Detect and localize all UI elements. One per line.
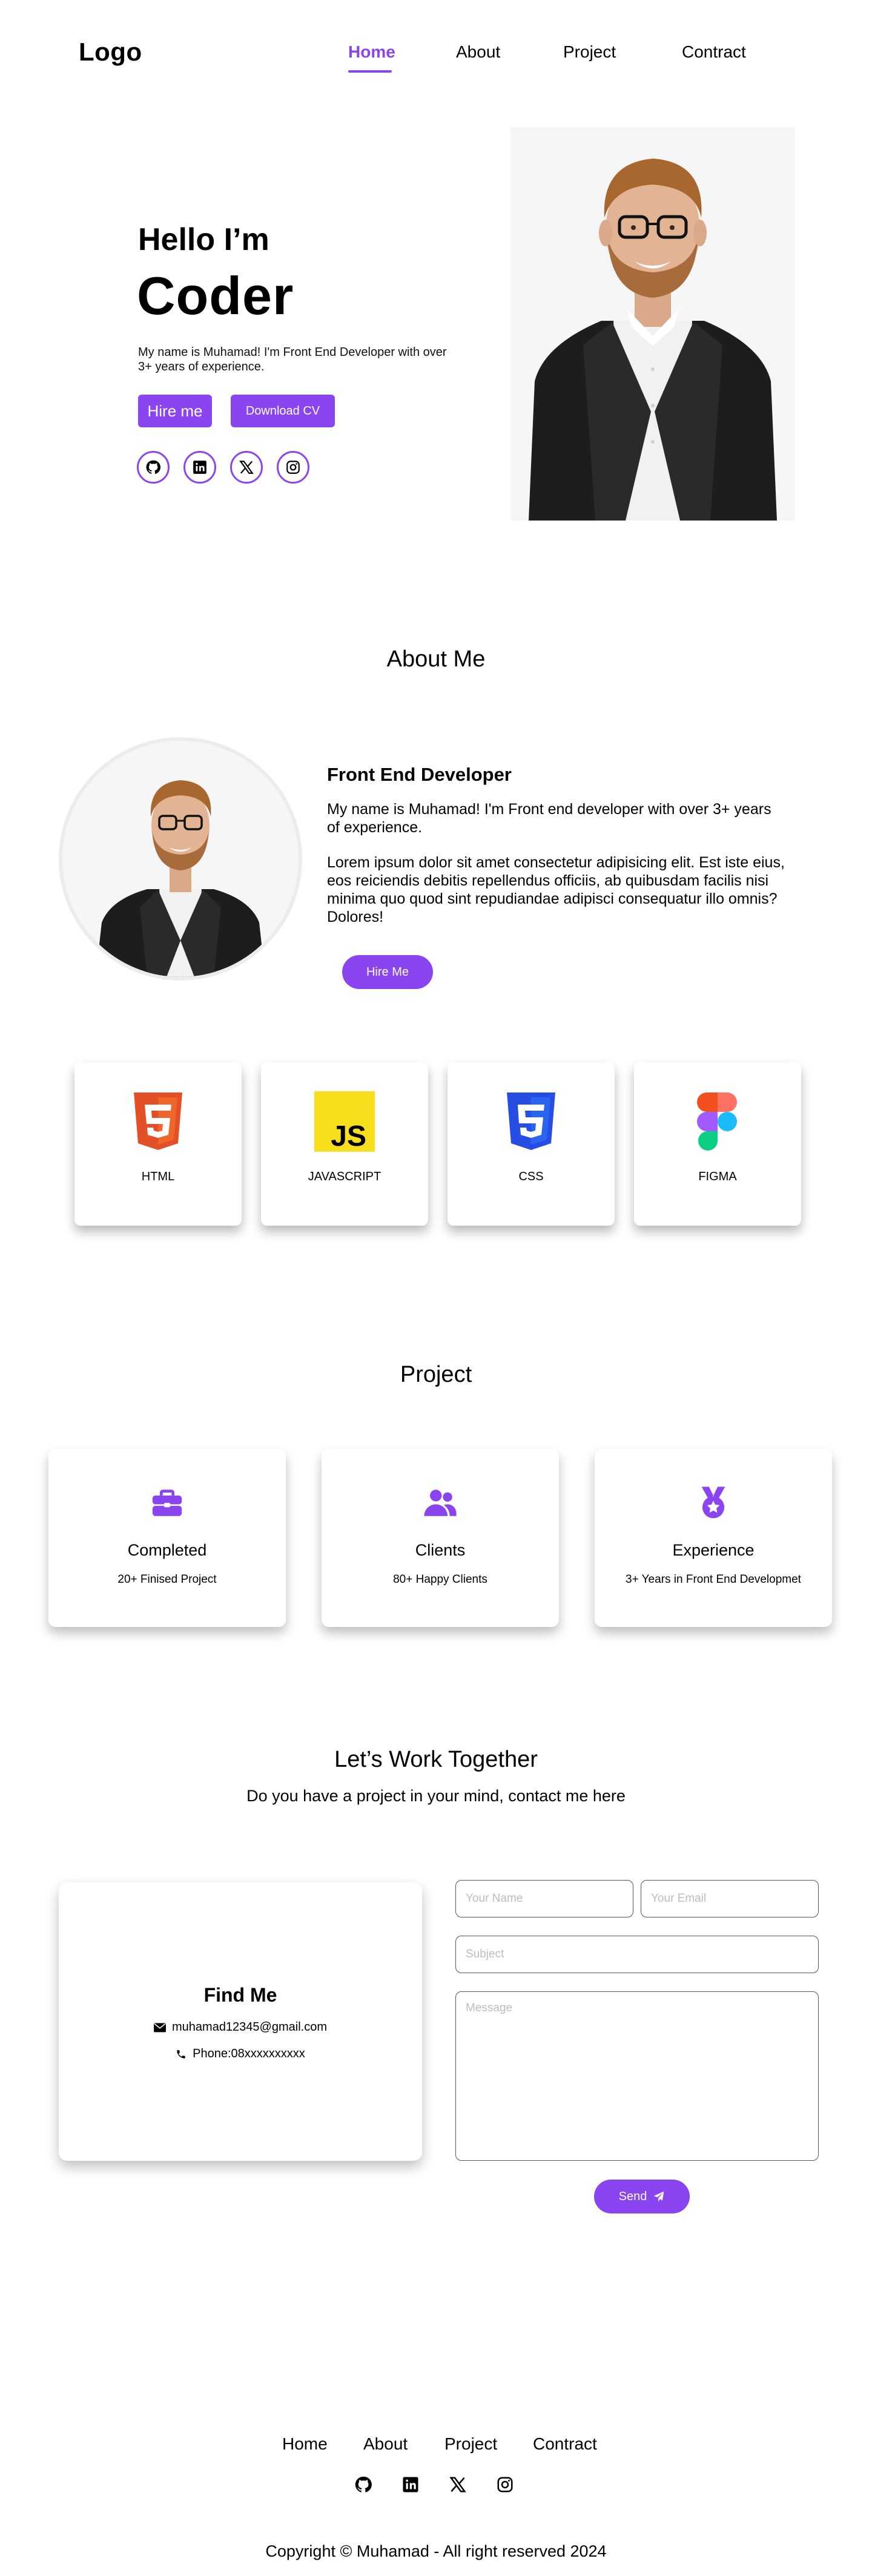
- instagram-icon[interactable]: [496, 2476, 514, 2494]
- contact-heading: Let’s Work Together: [334, 1747, 538, 1772]
- linkedin-icon: [193, 461, 206, 474]
- stat-card-clients: Clients 80+ Happy Clients: [322, 1449, 559, 1627]
- subject-input[interactable]: [455, 1936, 819, 1973]
- linkedin-icon[interactable]: [401, 2476, 420, 2494]
- stat-subtitle: 3+ Years in Front End Developmet: [626, 1573, 801, 1586]
- phone-icon: [177, 2049, 185, 2058]
- nav-link-about[interactable]: About: [456, 42, 500, 62]
- download-cv-button[interactable]: Download CV: [231, 395, 335, 427]
- contact-subheading: Do you have a project in your mind, cont…: [246, 1787, 626, 1805]
- person-illustration: [62, 741, 299, 977]
- send-button[interactable]: Send: [594, 2180, 690, 2213]
- message-textarea[interactable]: [455, 1991, 819, 2161]
- copyright-text: Copyright © Muhamad - All right reserved…: [265, 2542, 607, 2560]
- contact-email[interactable]: muhamad12345@gmail.com: [172, 2020, 327, 2034]
- contact-email-row: muhamad12345@gmail.com: [59, 2020, 422, 2034]
- about-role-title: Front End Developer: [327, 764, 512, 785]
- instagram-icon: [286, 461, 300, 474]
- hero-description: My name is Muhamad! I'm Front End Develo…: [138, 346, 447, 373]
- hero-instagram-link[interactable]: [277, 451, 309, 484]
- about-body-text: Lorem ipsum dolor sit amet consectetur a…: [327, 854, 785, 925]
- skill-label: CSS: [518, 1170, 544, 1183]
- users-icon: [424, 1490, 457, 1516]
- svg-text:JS: JS: [331, 1120, 366, 1152]
- envelope-icon: [154, 2023, 166, 2032]
- javascript-icon: JS: [314, 1091, 375, 1152]
- stat-title: Completed: [127, 1541, 207, 1559]
- project-heading: Project: [400, 1362, 472, 1387]
- skill-label: HTML: [141, 1170, 175, 1183]
- stat-title: Experience: [672, 1541, 755, 1559]
- stat-subtitle: 20+ Finised Project: [117, 1573, 217, 1586]
- briefcase-icon: [152, 1490, 182, 1516]
- github-icon[interactable]: [354, 2476, 372, 2494]
- stat-subtitle: 80+ Happy Clients: [393, 1573, 487, 1586]
- stat-card-completed: Completed 20+ Finised Project: [48, 1449, 286, 1627]
- person-illustration: [510, 127, 795, 521]
- x-icon: [239, 461, 254, 474]
- hero-title: Coder: [137, 266, 294, 326]
- send-label: Send: [618, 2189, 647, 2203]
- skill-card-figma: FIGMA: [634, 1062, 801, 1226]
- footer-link-home[interactable]: Home: [282, 2434, 328, 2454]
- footer-link-project[interactable]: Project: [444, 2434, 497, 2454]
- hero-x-link[interactable]: [230, 451, 263, 484]
- github-icon: [146, 460, 161, 474]
- about-photo: [59, 737, 302, 981]
- hero-greeting: Hello I’m: [138, 222, 269, 257]
- medal-icon: [701, 1487, 725, 1519]
- find-me-title: Find Me: [203, 1984, 277, 2006]
- skill-label: JAVASCRIPT: [308, 1170, 382, 1183]
- name-input[interactable]: [455, 1880, 633, 1917]
- hero-portrait: [510, 127, 795, 521]
- nav-link-home[interactable]: Home: [348, 42, 395, 62]
- hire-me-button[interactable]: Hire me: [138, 395, 212, 427]
- skill-card-html: HTML: [74, 1062, 242, 1226]
- nav-link-contract[interactable]: Contract: [682, 42, 746, 62]
- stat-card-experience: Experience 3+ Years in Front End Develop…: [595, 1449, 832, 1627]
- footer-link-contract[interactable]: Contract: [533, 2434, 597, 2454]
- skill-card-javascript: JS JAVASCRIPT: [261, 1062, 428, 1226]
- logo[interactable]: Logo: [79, 38, 142, 67]
- contact-phone: Phone:08xxxxxxxxxx: [193, 2047, 305, 2060]
- find-me-card: Find Me muhamad12345@gmail.com Phone:08x…: [59, 1882, 422, 2161]
- skill-card-css: CSS: [448, 1062, 615, 1226]
- x-icon[interactable]: [449, 2476, 467, 2494]
- nav-link-project[interactable]: Project: [563, 42, 616, 62]
- paper-plane-icon: [654, 2191, 664, 2202]
- hero-linkedin-link[interactable]: [183, 451, 216, 484]
- about-heading: About Me: [386, 646, 486, 672]
- hero-github-link[interactable]: [137, 451, 170, 484]
- contact-phone-row: Phone:08xxxxxxxxxx: [59, 2047, 422, 2061]
- nav-active-underline: [348, 70, 392, 73]
- stat-title: Clients: [415, 1541, 466, 1559]
- css3-icon: [507, 1092, 555, 1150]
- about-hire-me-button[interactable]: Hire Me: [342, 955, 433, 989]
- about-intro-text: My name is Muhamad! I'm Front end develo…: [327, 801, 771, 836]
- email-input[interactable]: [641, 1880, 819, 1917]
- html5-icon: [134, 1092, 182, 1150]
- figma-icon: [697, 1092, 737, 1151]
- footer-link-about[interactable]: About: [363, 2434, 408, 2454]
- skill-label: FIGMA: [698, 1170, 737, 1183]
